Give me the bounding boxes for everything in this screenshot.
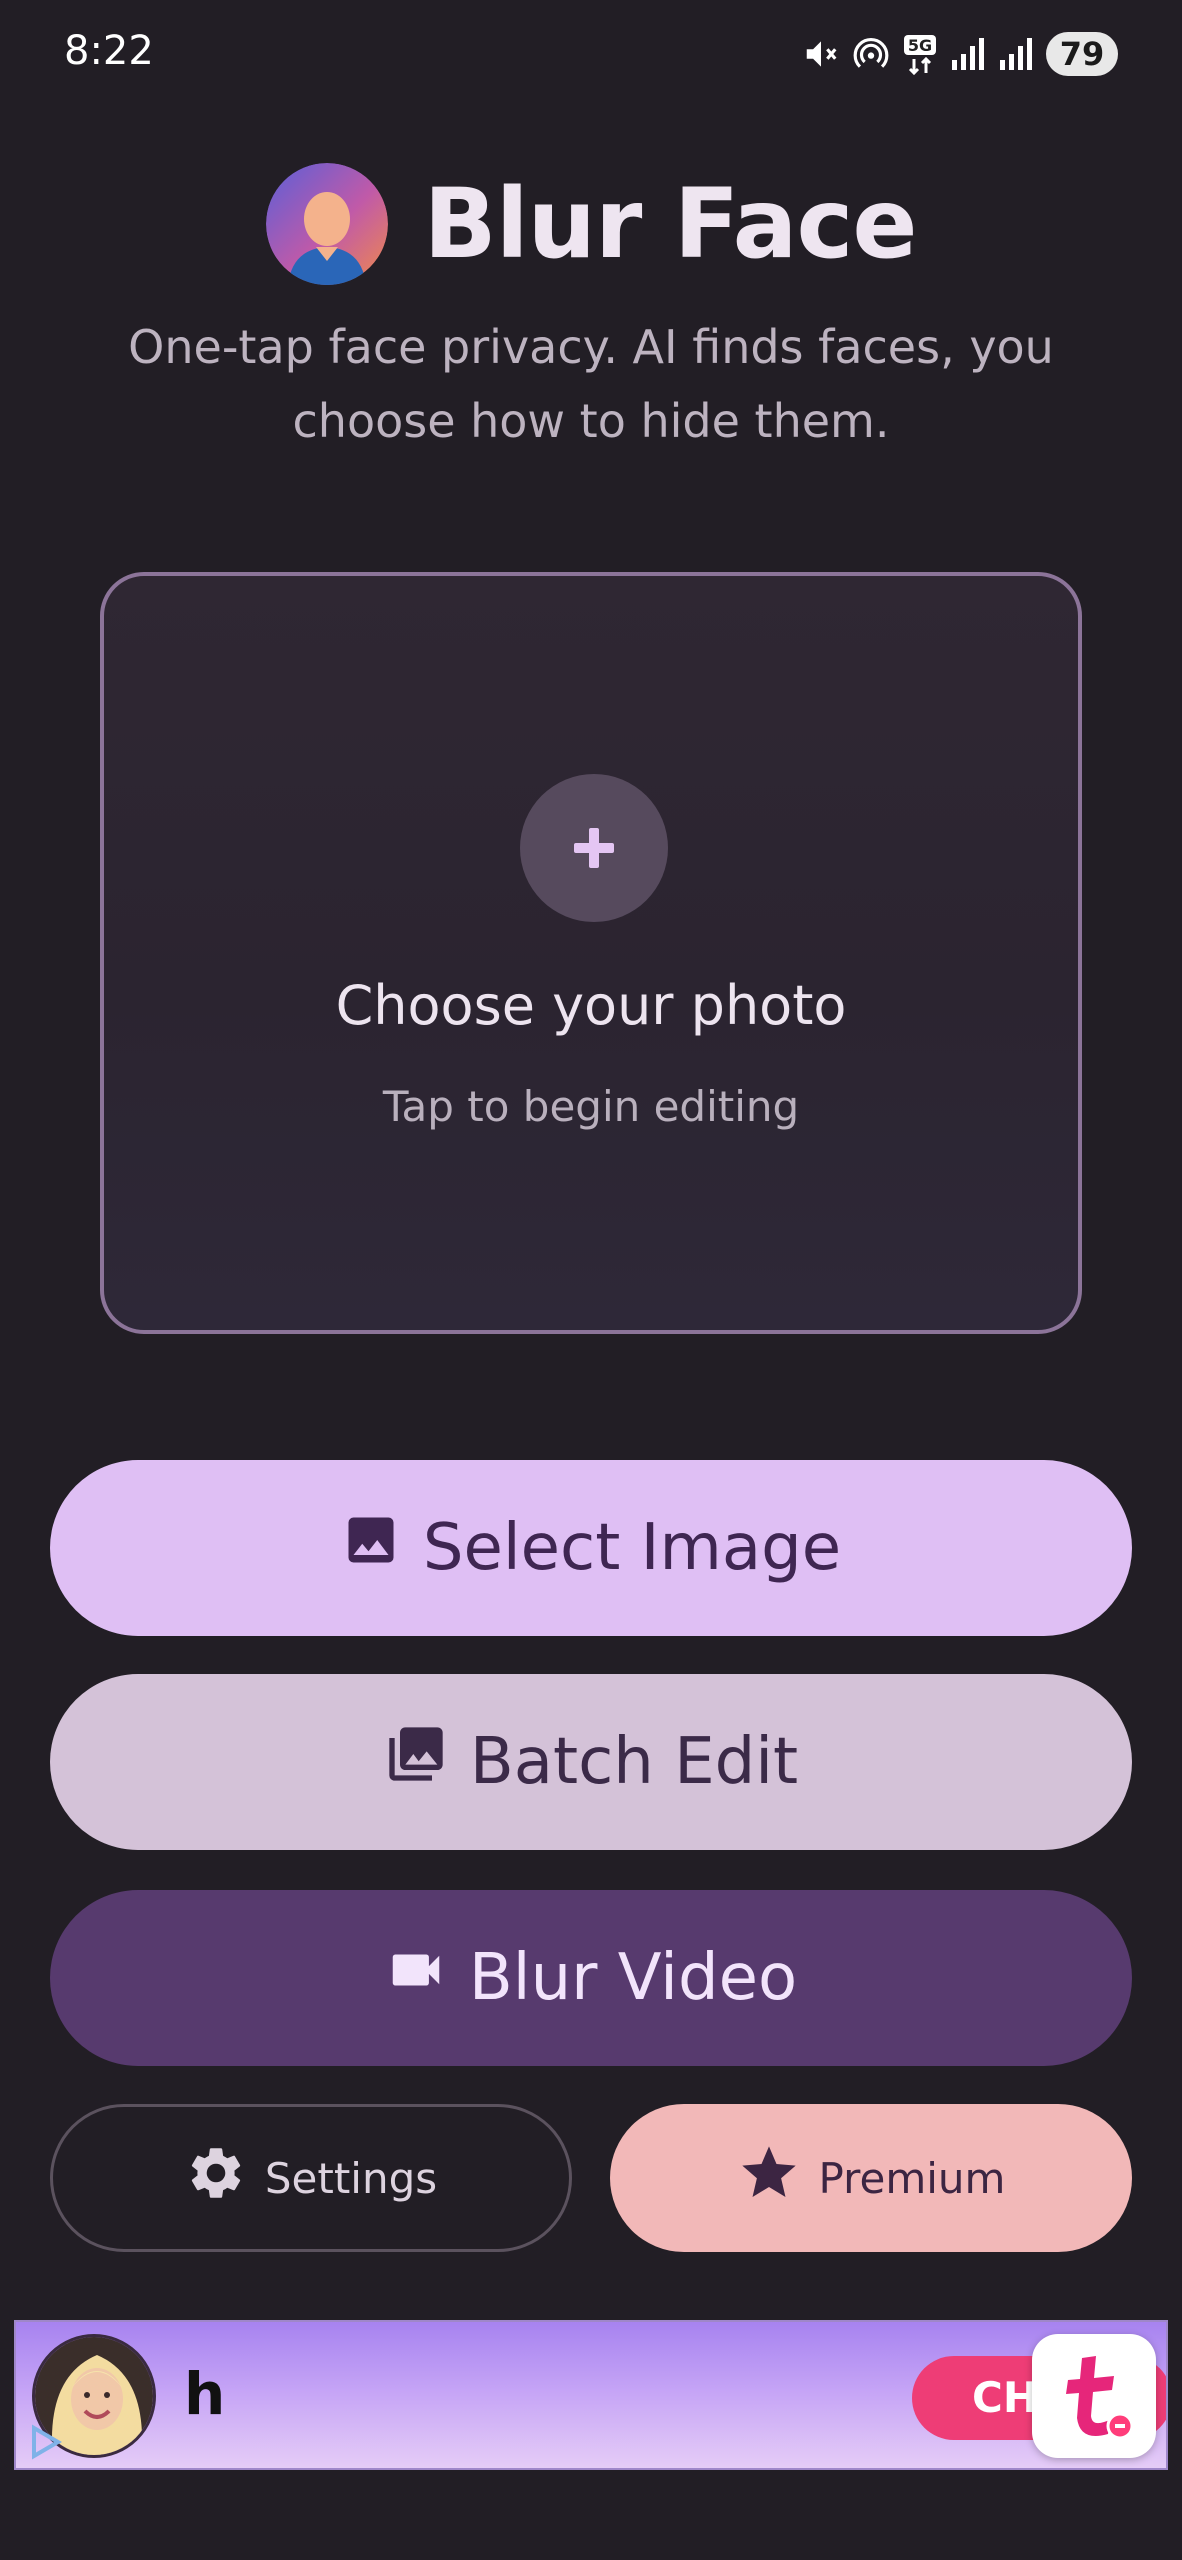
battery-indicator: 79 <box>1046 32 1118 76</box>
premium-label: Premium <box>818 2153 1006 2203</box>
select-image-label: Select Image <box>422 1511 842 1585</box>
settings-button[interactable]: Settings <box>50 2104 572 2252</box>
image-icon <box>341 1510 401 1586</box>
status-icons: 5G 79 <box>802 30 1118 78</box>
blur-video-button[interactable]: Blur Video <box>50 1890 1132 2066</box>
settings-label: Settings <box>264 2153 438 2203</box>
card-title: Choose your photo <box>335 974 847 1037</box>
svg-text:5G: 5G <box>908 36 932 55</box>
app-title: Blur Face <box>423 168 918 280</box>
status-time: 8:22 <box>64 28 154 74</box>
ad-title: h <box>184 2360 226 2428</box>
app-screen: 8:22 5G 79 Blur Face One-tap face privac… <box>0 0 1182 2560</box>
ad-play-icon[interactable] <box>26 2422 66 2466</box>
premium-button[interactable]: Premium <box>610 2104 1132 2252</box>
batch-edit-label: Batch Edit <box>469 1725 799 1799</box>
gear-icon <box>185 2142 247 2214</box>
mute-icon <box>802 35 840 73</box>
ad-app-logo-icon[interactable] <box>1032 2334 1156 2458</box>
add-photo-button[interactable] <box>520 774 668 922</box>
plus-icon <box>574 828 614 868</box>
status-bar: 8:22 5G 79 <box>0 0 1182 108</box>
batch-edit-button[interactable]: Batch Edit <box>50 1674 1132 1850</box>
blur-video-label: Blur Video <box>468 1941 798 2015</box>
5g-icon: 5G <box>902 33 938 75</box>
card-hint: Tap to begin editing <box>382 1082 800 1131</box>
app-header: Blur Face <box>0 162 1182 286</box>
select-image-button[interactable]: Select Image <box>50 1460 1132 1636</box>
star-icon <box>737 2141 801 2215</box>
app-logo-icon <box>265 163 388 285</box>
photo-picker-card[interactable]: Choose your photo Tap to begin editing <box>100 572 1082 1334</box>
app-subtitle: One-tap face privacy. AI finds faces, yo… <box>128 320 1054 448</box>
photo-library-icon <box>384 1722 448 1802</box>
hotspot-icon <box>852 35 890 73</box>
videocam-icon <box>385 1939 447 2017</box>
signal-icon <box>950 36 986 72</box>
signal-icon-2 <box>998 36 1034 72</box>
ad-banner[interactable]: h CH <box>14 2320 1168 2470</box>
